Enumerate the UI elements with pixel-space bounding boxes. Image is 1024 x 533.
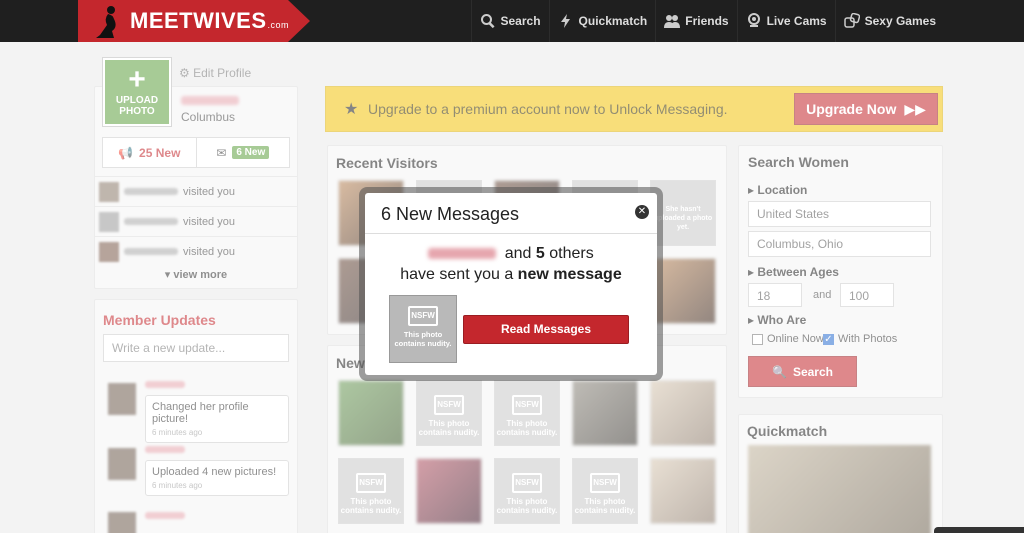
nav-live-cams[interactable]: Live Cams	[736, 0, 835, 42]
dice-icon	[843, 13, 860, 28]
nav-sexy-games[interactable]: Sexy Games	[834, 0, 944, 42]
logo-text: MEETWIVES.com	[130, 8, 290, 33]
read-messages-button[interactable]: Read Messages	[463, 315, 629, 344]
lightning-icon	[560, 14, 570, 28]
nav-quickmatch[interactable]: Quickmatch	[548, 0, 656, 42]
chat-tab[interactable]	[934, 527, 1024, 533]
close-icon[interactable]: ✕	[635, 205, 649, 219]
modal-divider	[365, 233, 657, 234]
webcam-icon	[747, 13, 760, 27]
sender-photo-nsfw[interactable]: NSFW This photo contains nudity.	[389, 295, 457, 363]
new-messages-modal: 6 New Messages ✕ and 5 others have sent …	[365, 193, 657, 375]
site-logo[interactable]: MEETWIVES.com	[78, 0, 310, 42]
logo-silhouette-icon	[96, 6, 116, 38]
search-icon	[480, 14, 495, 29]
sender-name-blurred	[428, 248, 497, 260]
friends-icon	[664, 15, 681, 28]
nav-friends[interactable]: Friends	[655, 0, 736, 42]
main-nav: Search Quickmatch Friends Live Cams Sexy…	[470, 0, 945, 42]
top-navbar: MEETWIVES.com Search Quickmatch Friends …	[0, 0, 1024, 42]
modal-title: 6 New Messages	[381, 204, 520, 224]
nav-search[interactable]: Search	[470, 0, 549, 42]
modal-message-line: have sent you a new message	[400, 266, 622, 283]
modal-sender-line: and 5 others	[365, 245, 657, 263]
